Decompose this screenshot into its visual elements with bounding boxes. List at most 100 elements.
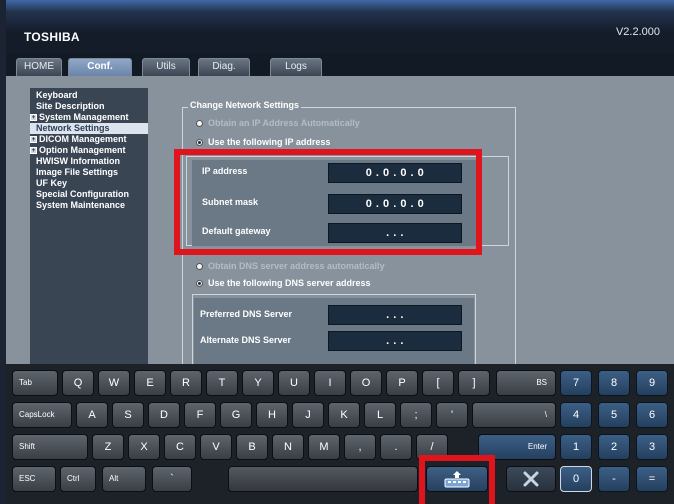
sidebar-item-option-management[interactable]: + Option Management (30, 145, 148, 156)
key-period[interactable]: . (380, 434, 412, 460)
radio-label: Obtain an IP Address Automatically (208, 118, 360, 128)
key-k[interactable]: K (328, 402, 360, 428)
alternate-dns-label: Alternate DNS Server (200, 335, 292, 345)
key-w[interactable]: W (98, 370, 130, 396)
tab-utils[interactable]: Utils (142, 58, 190, 76)
key-ctrl[interactable]: Ctrl (60, 466, 96, 492)
key-shift[interactable]: Shift (12, 434, 88, 460)
key-h[interactable]: H (256, 402, 288, 428)
brand-logo: TOSHIBA (24, 30, 80, 44)
key-s[interactable]: S (112, 402, 144, 428)
radio-label: Use the following DNS server address (208, 278, 371, 288)
key-space[interactable] (228, 466, 418, 492)
radio-button-icon[interactable] (196, 139, 203, 146)
key-f[interactable]: F (184, 402, 216, 428)
key-m[interactable]: M (308, 434, 340, 460)
radio-obtain-ip-auto[interactable]: Obtain an IP Address Automatically (196, 118, 360, 128)
tab-logs[interactable]: Logs (270, 58, 322, 76)
key-j[interactable]: J (292, 402, 324, 428)
key-comma[interactable]: , (344, 434, 376, 460)
sidebar-item-system-maintenance[interactable]: System Maintenance (30, 200, 148, 211)
settings-panel: Keyboard Site Description + System Manage… (6, 76, 674, 365)
key-esc[interactable]: ESC (12, 466, 56, 492)
radio-button-icon[interactable] (196, 120, 203, 127)
key-z[interactable]: Z (92, 434, 124, 460)
key-capslock[interactable]: CapsLock (12, 402, 72, 428)
key-q[interactable]: Q (62, 370, 94, 396)
key-n[interactable]: N (272, 434, 304, 460)
key-quote[interactable]: ' (436, 402, 468, 428)
key-y[interactable]: Y (242, 370, 274, 396)
expand-icon[interactable]: + (30, 114, 37, 122)
highlight-box-hide-keyboard (419, 455, 495, 504)
key-backslash[interactable]: \ (472, 402, 556, 428)
key-num-3[interactable]: 3 (636, 434, 668, 460)
key-e[interactable]: E (134, 370, 166, 396)
key-num-1[interactable]: 1 (560, 434, 592, 460)
key-backtick[interactable]: ` (152, 466, 192, 492)
key-d[interactable]: D (148, 402, 180, 428)
key-open-bracket[interactable]: [ (422, 370, 454, 396)
key-i[interactable]: I (314, 370, 346, 396)
key-u[interactable]: U (278, 370, 310, 396)
sidebar-item-keyboard[interactable]: Keyboard (30, 90, 148, 101)
sidebar-item-special-configuration[interactable]: Special Configuration (30, 189, 148, 200)
key-num-2[interactable]: 2 (598, 434, 630, 460)
sidebar-item-system-management[interactable]: + System Management (30, 112, 148, 123)
settings-tree: Keyboard Site Description + System Manage… (30, 88, 148, 364)
key-num-9[interactable]: 9 (636, 370, 668, 396)
expand-icon[interactable]: + (30, 136, 37, 144)
radio-button-icon[interactable] (196, 280, 203, 287)
tab-home[interactable]: HOME (16, 58, 62, 76)
sidebar-item-uf-key[interactable]: UF Key (30, 178, 148, 189)
key-num-8[interactable]: 8 (598, 370, 630, 396)
radio-label: Obtain DNS server address automatically (208, 261, 385, 271)
window: TOSHIBA V2.2.000 HOME Conf. Utils Diag. … (0, 0, 674, 504)
key-v[interactable]: V (200, 434, 232, 460)
expand-icon[interactable]: + (30, 147, 37, 155)
key-minus[interactable]: - (598, 466, 630, 492)
key-num-5[interactable]: 5 (598, 402, 630, 428)
tab-bar: HOME Conf. Utils Diag. Logs (6, 54, 674, 76)
radio-use-following-dns[interactable]: Use the following DNS server address (196, 278, 371, 288)
alternate-dns-field[interactable]: . . . (328, 331, 462, 351)
key-c[interactable]: C (164, 434, 196, 460)
key-p[interactable]: P (386, 370, 418, 396)
radio-button-icon[interactable] (196, 263, 203, 270)
sidebar-item-dicom-management[interactable]: + DICOM Management (30, 134, 148, 145)
key-num-4[interactable]: 4 (560, 402, 592, 428)
key-num-7[interactable]: 7 (560, 370, 592, 396)
key-equals[interactable]: = (636, 466, 668, 492)
key-b[interactable]: B (236, 434, 268, 460)
sidebar-item-hwisw-information[interactable]: HWISW Information (30, 156, 148, 167)
key-t[interactable]: T (206, 370, 238, 396)
title-bar: TOSHIBA V2.2.000 (6, 0, 674, 54)
sidebar-item-label: System Management (39, 112, 129, 122)
sidebar-item-site-description[interactable]: Site Description (30, 101, 148, 112)
close-keyboard-button[interactable] (506, 466, 556, 492)
preferred-dns-label: Preferred DNS Server (200, 309, 293, 319)
radio-use-following-ip[interactable]: Use the following IP address (196, 137, 330, 147)
key-a[interactable]: A (76, 402, 108, 428)
key-alt[interactable]: Alt (102, 466, 146, 492)
key-close-bracket[interactable]: ] (458, 370, 490, 396)
sidebar-item-image-file-settings[interactable]: Image File Settings (30, 167, 148, 178)
key-r[interactable]: R (170, 370, 202, 396)
group-title: Change Network Settings (188, 100, 302, 110)
tab-conf[interactable]: Conf. (68, 58, 132, 76)
key-l[interactable]: L (364, 402, 396, 428)
sidebar-item-network-settings[interactable]: Network Settings (30, 123, 148, 134)
key-o[interactable]: O (350, 370, 382, 396)
radio-label: Use the following IP address (208, 137, 331, 147)
key-tab[interactable]: Tab (12, 370, 58, 396)
tab-diag[interactable]: Diag. (198, 58, 250, 76)
key-semicolon[interactable]: ; (400, 402, 432, 428)
radio-obtain-dns-auto[interactable]: Obtain DNS server address automatically (196, 261, 385, 271)
key-x[interactable]: X (128, 434, 160, 460)
key-num-0[interactable]: 0 (560, 466, 592, 492)
key-num-6[interactable]: 6 (636, 402, 668, 428)
key-g[interactable]: G (220, 402, 252, 428)
sidebar-item-label: DICOM Management (39, 134, 127, 144)
preferred-dns-field[interactable]: . . . (328, 305, 462, 325)
key-backspace[interactable]: BS (496, 370, 556, 396)
